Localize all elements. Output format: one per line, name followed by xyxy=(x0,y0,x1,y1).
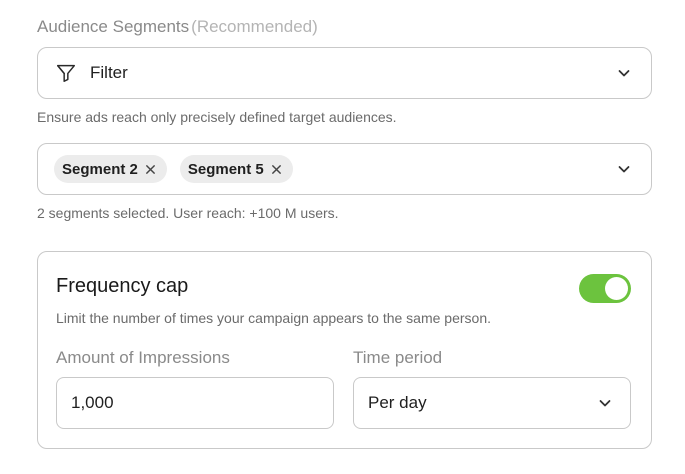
segment-chip: Segment 2 xyxy=(54,155,167,183)
impressions-label: Amount of Impressions xyxy=(56,348,230,367)
time-period-value: Per day xyxy=(368,393,427,412)
frequency-cap-card: Frequency cap Limit the number of times … xyxy=(37,251,652,449)
segments-helper-text: 2 segments selected. User reach: +100 M … xyxy=(37,205,339,221)
filter-dropdown-label: Filter xyxy=(90,63,128,82)
segment-chip-label: Segment 5 xyxy=(187,160,264,178)
close-icon[interactable] xyxy=(271,163,283,175)
segment-chip-label: Segment 2 xyxy=(62,160,138,178)
impressions-input[interactable]: 1,000 xyxy=(56,377,334,429)
recommended-label: (Recommended) xyxy=(191,17,318,36)
filter-icon xyxy=(54,61,78,85)
section-title: Audience Segments (Recommended) xyxy=(37,17,318,37)
toggle-knob xyxy=(605,277,628,300)
frequency-cap-toggle[interactable] xyxy=(579,274,631,303)
chevron-down-icon[interactable] xyxy=(617,162,631,176)
audience-settings-panel: Audience Segments (Recommended) Filter En… xyxy=(0,0,685,474)
segment-chip: Segment 5 xyxy=(179,155,293,183)
time-period-select[interactable]: Per day xyxy=(353,377,631,429)
frequency-cap-description: Limit the number of times your campaign … xyxy=(56,310,491,326)
frequency-cap-title: Frequency cap xyxy=(56,275,189,297)
filter-dropdown[interactable]: Filter xyxy=(37,47,652,99)
filter-helper-text: Ensure ads reach only precisely defined … xyxy=(37,109,397,125)
close-icon[interactable] xyxy=(145,163,157,175)
chevron-down-icon[interactable] xyxy=(617,66,631,80)
impressions-value: 1,000 xyxy=(71,393,114,412)
time-period-label: Time period xyxy=(353,348,443,367)
segments-multiselect[interactable]: Segment 2 Segment 5 xyxy=(37,143,652,195)
section-title-text: Audience Segments xyxy=(37,17,190,36)
chevron-down-icon[interactable] xyxy=(598,396,612,410)
